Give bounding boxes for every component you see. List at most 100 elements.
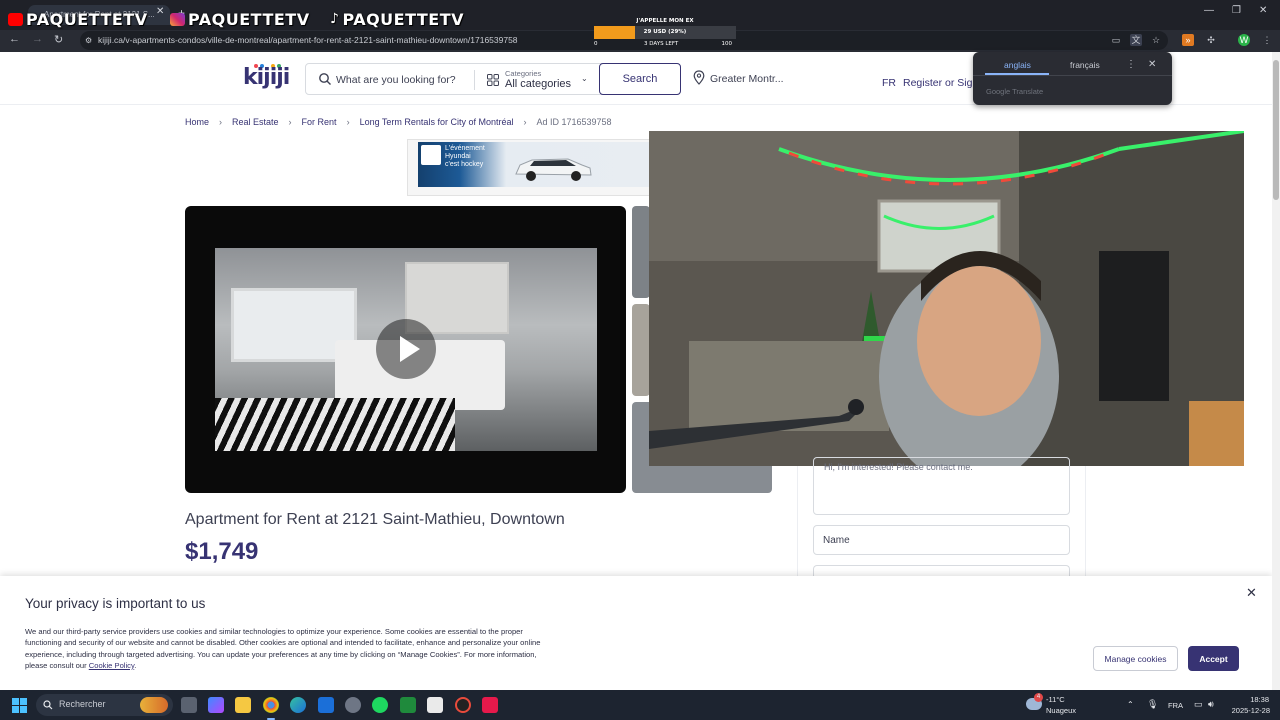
ad-text-line: L'événement (445, 145, 485, 152)
breadcrumb-home[interactable]: Home (185, 117, 209, 127)
search-highlight-icon (140, 697, 168, 713)
translate-popup: anglais français ⋮ ✕ Google Translate (973, 52, 1172, 105)
message-text: Hi, I'm interested! Please contact me. (824, 462, 973, 472)
network-icon[interactable]: ▭ (1194, 699, 1203, 710)
language-toggle[interactable]: FR (882, 77, 896, 89)
location-selector[interactable]: Greater Montr... (710, 73, 784, 85)
listing-video[interactable] (185, 206, 626, 493)
search-input[interactable] (336, 70, 471, 90)
extensions-puzzle-icon[interactable]: ✣ (1205, 34, 1217, 46)
kijiji-logo[interactable]: kijiji (243, 65, 290, 90)
copilot-icon[interactable] (208, 697, 224, 713)
clock-date[interactable]: 2025-12-28 (1228, 706, 1270, 715)
reload-icon[interactable]: ↻ (54, 33, 63, 46)
edge-icon[interactable] (290, 697, 306, 713)
windows-start-icon[interactable] (12, 698, 27, 713)
name-field[interactable] (813, 525, 1070, 555)
install-app-icon[interactable]: ▭ (1110, 34, 1122, 46)
spotify-icon[interactable] (372, 697, 388, 713)
stream-brand-youtube: PAQUETTETV (8, 9, 148, 29)
stream-brand-text: PAQUETTETV (188, 9, 310, 29)
breadcrumb-ad-id: Ad ID 1716539758 (536, 117, 612, 127)
tab-close-icon[interactable]: ✕ (156, 6, 164, 17)
profile-avatar[interactable]: W (1238, 34, 1250, 46)
notepad-icon[interactable] (427, 697, 443, 713)
gallery-thumbnail[interactable] (632, 206, 650, 298)
scrollbar-thumb[interactable] (1273, 60, 1279, 200)
stream-brand-text: PAQUETTETV (342, 9, 465, 29)
manage-cookies-button[interactable]: Manage cookies (1093, 646, 1178, 671)
chevron-right-icon: › (219, 117, 223, 127)
weather-badge: 4 (1034, 693, 1043, 702)
stream-goal-widget: J'APPELLE MON EX 29 USD (29%) 0 3 DAYS L… (594, 16, 736, 48)
forward-icon[interactable]: → (32, 33, 43, 45)
close-icon[interactable]: ✕ (1148, 59, 1156, 70)
register-sign-in-link[interactable]: Register or Sign (903, 77, 978, 89)
obs-icon[interactable] (455, 697, 471, 713)
clock-time[interactable]: 18:38 (1231, 695, 1269, 704)
cookie-policy-link[interactable]: Cookie Policy (89, 661, 134, 670)
input-language[interactable]: FRA (1168, 701, 1183, 710)
translate-footer: Google Translate (986, 87, 1044, 96)
listing-title: Apartment for Rent at 2121 Saint-Mathieu… (185, 511, 565, 528)
chevron-right-icon: › (288, 117, 292, 127)
ad-text-line: c'est hockey (445, 161, 484, 168)
maximize-icon[interactable]: ❐ (1232, 5, 1241, 16)
back-icon[interactable]: ← (9, 33, 20, 45)
window-close-icon[interactable]: ✕ (1259, 5, 1267, 16)
goal-min: 0 (594, 41, 598, 47)
extension-rss-icon[interactable]: » (1182, 34, 1194, 46)
privacy-body: We and our third-party service providers… (25, 626, 560, 671)
xbox-icon[interactable] (400, 697, 416, 713)
goal-amount: 29 USD (29%) (643, 29, 687, 35)
taskbar-search[interactable]: Rechercher (36, 694, 173, 716)
site-info-icon[interactable]: ⚙ (85, 31, 92, 50)
chrome-icon[interactable] (263, 697, 279, 713)
chevron-up-icon[interactable]: ⌃ (1127, 700, 1134, 709)
breadcrumb-long-term-rentals[interactable]: Long Term Rentals for City of Montréal (360, 117, 514, 127)
translate-tab-source[interactable]: anglais (1004, 60, 1031, 70)
translate-icon[interactable]: 文 (1130, 34, 1142, 46)
categories-grid-icon (487, 74, 499, 86)
stream-brand-tiktok: ♪ PAQUETTETV (330, 9, 464, 29)
chevron-down-icon[interactable]: ⌄ (581, 74, 588, 83)
privacy-title: Your privacy is important to us (25, 596, 206, 611)
play-button[interactable] (376, 319, 436, 379)
taskbar-search-text: Rechercher (59, 699, 106, 709)
weather-desc: Nuageux (1046, 706, 1077, 715)
mail-icon[interactable] (318, 697, 334, 713)
browser-menu-icon[interactable]: ⋮ (1261, 34, 1273, 46)
youtube-icon (8, 12, 23, 26)
ad-text-line: Hyundai (445, 153, 471, 160)
minimize-icon[interactable]: — (1204, 5, 1214, 16)
file-explorer-icon[interactable] (235, 697, 251, 713)
url-text: kijiji.ca/v-apartments-condos/ville-de-m… (98, 35, 518, 45)
ad-creative: L'événement Hyundai c'est hockey (418, 142, 650, 187)
task-view-icon[interactable] (181, 697, 197, 713)
close-icon[interactable]: ✕ (1246, 585, 1257, 601)
breadcrumb-for-rent[interactable]: For Rent (302, 117, 337, 127)
chevron-right-icon: › (523, 117, 527, 127)
settings-icon[interactable] (345, 697, 361, 713)
more-options-icon[interactable]: ⋮ (1126, 59, 1136, 70)
accept-button[interactable]: Accept (1188, 646, 1239, 671)
ad-banner[interactable]: L'événement Hyundai c'est hockey (407, 139, 655, 196)
breadcrumb-real-estate[interactable]: Real Estate (232, 117, 279, 127)
microphone-icon[interactable]: 🎙︎ (1147, 699, 1158, 710)
listing-price: $1,749 (185, 538, 259, 565)
page-scrollbar[interactable] (1272, 52, 1280, 690)
gallery-thumbnail[interactable] (632, 304, 650, 396)
goal-progress-bar: 29 USD (29%) (594, 26, 736, 39)
goal-title: J'APPELLE MON EX (636, 18, 694, 24)
translate-tab-target[interactable]: français (1070, 60, 1100, 70)
bookmark-star-icon[interactable]: ☆ (1150, 34, 1162, 46)
divider (474, 70, 475, 90)
search-button[interactable]: Search (599, 63, 681, 95)
tiktok-live-icon[interactable] (482, 697, 498, 713)
breadcrumb: Home › Real Estate › For Rent › Long Ter… (185, 117, 612, 127)
message-field[interactable]: Hi, I'm interested! Please contact me. (813, 457, 1070, 515)
divider (973, 75, 1172, 76)
categories-select[interactable]: All categories (505, 78, 571, 90)
volume-icon[interactable]: 🔊︎ (1208, 699, 1214, 710)
stream-brand-instagram: PAQUETTETV (170, 9, 310, 29)
